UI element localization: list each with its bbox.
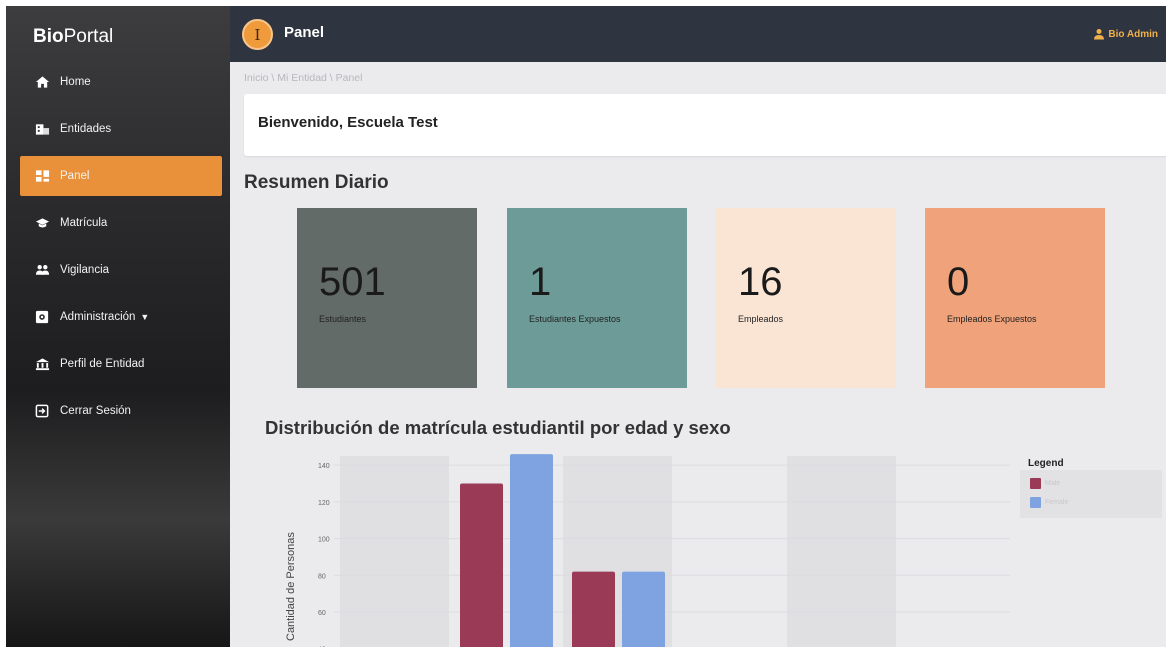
enrollment-bar-chart: 406080100120140Cantidad de Personas — [285, 454, 1010, 647]
logout-icon — [34, 404, 50, 418]
sidebar-item-perfil-de-entidad[interactable]: Perfil de Entidad — [20, 344, 222, 384]
breadcrumb[interactable]: Inicio \ Mi Entidad \ Panel — [244, 72, 362, 84]
bar-female — [622, 571, 665, 647]
legend-box: Male Female — [1020, 470, 1162, 518]
sidebar-nav: Home Entidades Panel Matrícula Vigilanci… — [6, 62, 230, 431]
y-tick-label: 60 — [318, 610, 326, 617]
welcome-card: Bienvenido, Escuela Test — [244, 94, 1166, 156]
sidebar-item-label: Vigilancia — [60, 264, 110, 276]
y-axis-label: Cantidad de Personas — [285, 532, 297, 641]
legend-item-female[interactable]: Female — [1030, 497, 1068, 508]
sidebar-item-label: Entidades — [60, 123, 112, 135]
app-window: BioPortal Home Entidades Panel Matrícula… — [6, 6, 1166, 647]
y-tick-label: 120 — [318, 500, 330, 507]
sidebar-item-vigilancia[interactable]: Vigilancia — [20, 250, 222, 290]
legend-title: Legend — [1028, 458, 1064, 469]
sidebar: BioPortal Home Entidades Panel Matrícula… — [6, 6, 230, 647]
page-title: Panel — [284, 24, 325, 41]
main-content: Inicio \ Mi Entidad \ Panel Bienvenido, … — [230, 62, 1166, 647]
logo-letter: I — [254, 25, 261, 44]
stat-value: 1 — [529, 260, 552, 304]
sidebar-item-entidades[interactable]: Entidades — [20, 109, 222, 149]
y-tick-label: 140 — [318, 463, 330, 470]
brand-light-text: Portal — [63, 26, 114, 47]
chart-background-band — [340, 456, 449, 647]
sidebar-item-label: Matrícula — [60, 217, 108, 229]
sidebar-item-home[interactable]: Home — [20, 62, 222, 102]
chart-background-band — [787, 456, 896, 647]
sidebar-item-label: Administración — [60, 311, 136, 323]
sidebar-item-cerrar-sesion[interactable]: Cerrar Sesión — [20, 391, 222, 431]
legend-label: Male — [1045, 480, 1061, 487]
stat-card-estudiantes[interactable]: 501 Estudiantes — [297, 208, 477, 388]
legend-item-male[interactable]: Male — [1030, 478, 1060, 489]
stat-value: 501 — [319, 260, 386, 304]
legend-swatch — [1030, 478, 1041, 489]
brand-bold-text: Bio — [33, 26, 64, 47]
sidebar-item-label: Perfil de Entidad — [60, 358, 145, 370]
stat-label: Estudiantes — [319, 314, 367, 324]
top-bar: I Panel Bio Admin — [230, 6, 1166, 62]
entity-logo[interactable]: I — [242, 19, 273, 50]
chart-title: Distribución de matrícula estudiantil po… — [265, 417, 731, 438]
stat-value: 0 — [947, 260, 970, 304]
welcome-text: Bienvenido, Escuela Test — [258, 114, 438, 131]
home-icon — [34, 75, 50, 89]
building-icon — [34, 122, 50, 136]
dashboard-icon — [34, 169, 50, 183]
stat-card-empleados[interactable]: 16 Empleados — [716, 208, 896, 388]
stat-value: 16 — [738, 260, 783, 304]
users-icon — [34, 263, 50, 277]
user-menu[interactable]: Bio Admin — [1093, 28, 1158, 40]
sidebar-item-administracion[interactable]: Administración ▼ — [20, 297, 222, 337]
stat-label: Estudiantes Expuestos — [529, 314, 621, 324]
sidebar-item-label: Cerrar Sesión — [60, 405, 131, 417]
y-tick-label: 100 — [318, 537, 330, 544]
legend-swatch — [1030, 497, 1041, 508]
user-icon — [1094, 29, 1105, 40]
bar-female — [510, 454, 553, 647]
settings-box-icon — [34, 310, 50, 324]
brand-logo[interactable]: BioPortal — [6, 6, 230, 62]
chevron-down-icon: ▼ — [140, 312, 150, 322]
bar-male — [572, 571, 615, 647]
chart-legend: Legend Male Female — [1020, 448, 1162, 518]
stat-label: Empleados Expuestos — [947, 314, 1037, 324]
sidebar-item-panel[interactable]: Panel — [20, 156, 222, 196]
bank-icon — [34, 357, 50, 371]
stat-card-empleados-expuestos[interactable]: 0 Empleados Expuestos — [925, 208, 1105, 388]
stat-card-estudiantes-expuestos[interactable]: 1 Estudiantes Expuestos — [507, 208, 687, 388]
section-title: Resumen Diario — [244, 172, 389, 193]
y-tick-label: 80 — [318, 573, 326, 580]
bar-male — [460, 483, 503, 647]
stat-label: Empleados — [738, 314, 784, 324]
sidebar-item-matricula[interactable]: Matrícula — [20, 203, 222, 243]
sidebar-item-label: Panel — [60, 170, 90, 182]
graduation-cap-icon — [34, 216, 50, 230]
legend-label: Female — [1045, 499, 1069, 506]
user-name: Bio Admin — [1108, 28, 1158, 40]
sidebar-item-label: Home — [60, 76, 91, 88]
